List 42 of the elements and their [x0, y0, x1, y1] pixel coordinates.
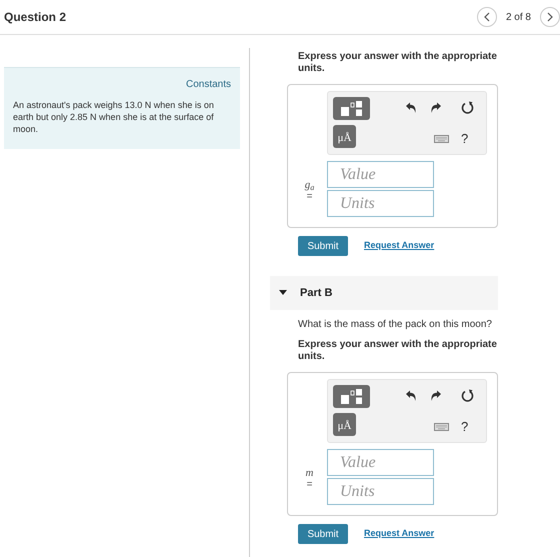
chevron-right-icon [547, 12, 553, 22]
chevron-left-icon [484, 12, 490, 22]
value-field[interactable]: Value [327, 161, 434, 188]
template-button[interactable] [333, 385, 370, 408]
variable-label: m [306, 466, 314, 478]
question-position: 2 of 8 [506, 10, 531, 24]
template-button[interactable] [333, 97, 370, 120]
instruction-text: Express your answer with the appropriate units. [298, 51, 498, 75]
question-title: Question 2 [4, 9, 66, 26]
value-field[interactable]: Value [327, 449, 434, 476]
help-button[interactable]: ? [461, 129, 468, 148]
undo-icon[interactable] [405, 390, 417, 402]
part-title: Part B [300, 286, 332, 301]
keyboard-icon[interactable] [434, 135, 449, 143]
equals-sign: = [306, 190, 312, 202]
constants-link[interactable]: Constants [186, 77, 231, 92]
caret-icon [279, 290, 287, 296]
equals-sign: = [306, 478, 312, 490]
reset-icon[interactable] [461, 101, 474, 114]
reset-icon[interactable] [461, 389, 474, 402]
template-icon [340, 388, 364, 404]
units-field[interactable]: Units [327, 478, 434, 505]
units-button[interactable]: μÅ [333, 413, 356, 436]
previous-button[interactable] [476, 7, 497, 27]
units-button[interactable]: μÅ [333, 125, 356, 148]
variable-label: g$_{a}$ [304, 178, 314, 190]
template-icon [340, 100, 364, 116]
request-answer-link[interactable]: Request Answer [364, 239, 434, 253]
redo-icon[interactable] [430, 102, 442, 114]
question-text: What is the mass of the pack on this moon? [298, 318, 493, 331]
units-field[interactable]: Units [327, 190, 434, 217]
undo-icon[interactable] [405, 102, 417, 114]
part-header[interactable]: Part B [270, 276, 498, 310]
problem-text: An astronaut's pack weighs 13.0 N when she is on earth but only 2.85 N when she is at the surface of moon. [13, 99, 215, 135]
request-answer-link[interactable]: Request Answer [364, 527, 434, 541]
keyboard-icon[interactable] [434, 423, 449, 431]
redo-icon[interactable] [430, 390, 442, 402]
help-button[interactable]: ? [461, 417, 468, 436]
next-button[interactable] [540, 7, 560, 27]
submit-button[interactable]: Submit [298, 236, 348, 256]
submit-button[interactable]: Submit [298, 524, 348, 544]
instruction-text: Express your answer with the appropriate units. [298, 339, 498, 363]
